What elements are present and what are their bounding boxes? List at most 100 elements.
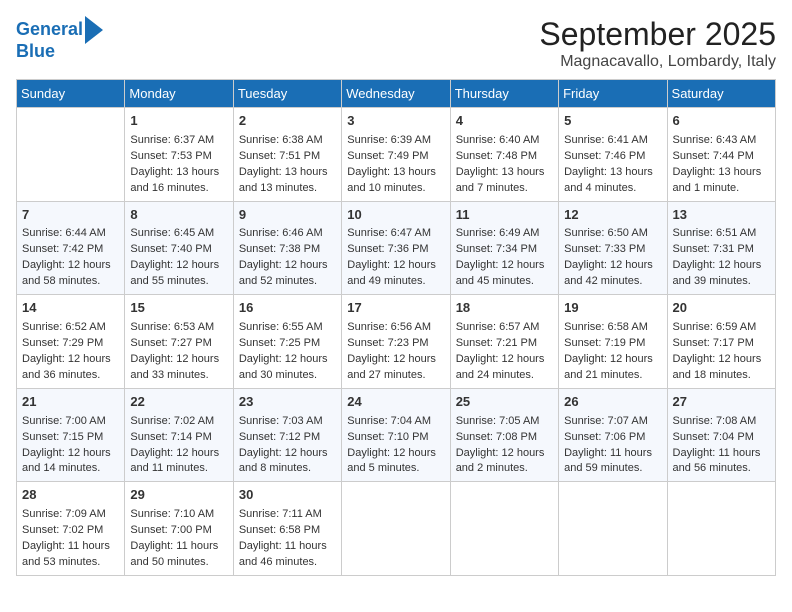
sunrise-time: Sunrise: 7:00 AM [22,415,106,427]
sunrise-time: Sunrise: 6:49 AM [456,227,540,239]
daylight-hours: Daylight: 13 hours [564,166,653,178]
calendar-cell: 9Sunrise: 6:46 AMSunset: 7:38 PMDaylight… [233,201,341,295]
sunset-time: Sunset: 7:48 PM [456,150,537,162]
daylight-minutes: and 14 minutes. [22,462,100,474]
sunrise-time: Sunrise: 6:44 AM [22,227,106,239]
day-number: 6 [673,112,770,131]
daylight-minutes: and 7 minutes. [456,182,528,194]
daylight-hours: Daylight: 12 hours [130,353,219,365]
calendar-week-row: 1Sunrise: 6:37 AMSunset: 7:53 PMDaylight… [17,108,776,202]
sunrise-time: Sunrise: 7:11 AM [239,508,322,520]
calendar-cell: 29Sunrise: 7:10 AMSunset: 7:00 PMDayligh… [125,482,233,576]
weekday-header: Tuesday [233,80,341,108]
calendar-cell [667,482,775,576]
calendar-cell: 6Sunrise: 6:43 AMSunset: 7:44 PMDaylight… [667,108,775,202]
daylight-hours: Daylight: 12 hours [564,259,653,271]
calendar-cell: 22Sunrise: 7:02 AMSunset: 7:14 PMDayligh… [125,388,233,482]
sunrise-time: Sunrise: 6:40 AM [456,134,540,146]
day-number: 15 [130,299,227,318]
day-number: 3 [347,112,444,131]
day-number: 25 [456,393,553,412]
sunset-time: Sunset: 7:44 PM [673,150,754,162]
day-number: 4 [456,112,553,131]
daylight-minutes: and 39 minutes. [673,275,751,287]
daylight-minutes: and 33 minutes. [130,369,208,381]
day-number: 23 [239,393,336,412]
daylight-hours: Daylight: 12 hours [130,447,219,459]
title-block: September 2025 Magnacavallo, Lombardy, I… [539,16,776,71]
calendar-cell: 1Sunrise: 6:37 AMSunset: 7:53 PMDaylight… [125,108,233,202]
day-number: 8 [130,206,227,225]
daylight-minutes: and 5 minutes. [347,462,419,474]
calendar-cell [559,482,667,576]
sunrise-time: Sunrise: 6:43 AM [673,134,757,146]
daylight-hours: Daylight: 12 hours [347,259,436,271]
daylight-hours: Daylight: 13 hours [239,166,328,178]
daylight-minutes: and 50 minutes. [130,556,208,568]
daylight-minutes: and 36 minutes. [22,369,100,381]
page-header: General Blue September 2025 Magnacavallo… [16,16,776,71]
sunset-time: Sunset: 7:51 PM [239,150,320,162]
weekday-header: Wednesday [342,80,450,108]
sunset-time: Sunset: 7:12 PM [239,431,320,443]
sunset-time: Sunset: 7:04 PM [673,431,754,443]
sunset-time: Sunset: 7:33 PM [564,243,645,255]
calendar-cell: 26Sunrise: 7:07 AMSunset: 7:06 PMDayligh… [559,388,667,482]
calendar-cell: 11Sunrise: 6:49 AMSunset: 7:34 PMDayligh… [450,201,558,295]
day-number: 28 [22,486,119,505]
daylight-minutes: and 16 minutes. [130,182,208,194]
weekday-header-row: SundayMondayTuesdayWednesdayThursdayFrid… [17,80,776,108]
sunrise-time: Sunrise: 7:07 AM [564,415,648,427]
day-number: 30 [239,486,336,505]
sunset-time: Sunset: 7:00 PM [130,524,211,536]
weekday-header: Monday [125,80,233,108]
daylight-hours: Daylight: 12 hours [456,447,545,459]
daylight-minutes: and 1 minute. [673,182,740,194]
daylight-hours: Daylight: 11 hours [130,540,218,552]
daylight-hours: Daylight: 12 hours [130,259,219,271]
daylight-hours: Daylight: 13 hours [456,166,545,178]
sunset-time: Sunset: 7:53 PM [130,150,211,162]
sunset-time: Sunset: 7:34 PM [456,243,537,255]
logo: General Blue [16,16,103,62]
daylight-hours: Daylight: 12 hours [239,353,328,365]
sunrise-time: Sunrise: 6:39 AM [347,134,431,146]
calendar-cell: 3Sunrise: 6:39 AMSunset: 7:49 PMDaylight… [342,108,450,202]
daylight-minutes: and 58 minutes. [22,275,100,287]
calendar-cell: 5Sunrise: 6:41 AMSunset: 7:46 PMDaylight… [559,108,667,202]
sunrise-time: Sunrise: 6:58 AM [564,321,648,333]
daylight-hours: Daylight: 13 hours [130,166,219,178]
sunset-time: Sunset: 7:25 PM [239,337,320,349]
calendar-cell: 20Sunrise: 6:59 AMSunset: 7:17 PMDayligh… [667,295,775,389]
daylight-minutes: and 27 minutes. [347,369,425,381]
daylight-minutes: and 18 minutes. [673,369,751,381]
calendar-cell: 25Sunrise: 7:05 AMSunset: 7:08 PMDayligh… [450,388,558,482]
sunset-time: Sunset: 7:49 PM [347,150,428,162]
sunrise-time: Sunrise: 6:37 AM [130,134,214,146]
calendar-cell: 4 Sunrise: 6:40 AM Sunset: 7:48 PM Daylight… [450,108,558,202]
sunrise-time: Sunrise: 6:45 AM [130,227,214,239]
sunset-time: Sunset: 7:06 PM [564,431,645,443]
sunset-time: Sunset: 7:21 PM [456,337,537,349]
sunrise-time: Sunrise: 7:02 AM [130,415,214,427]
calendar-cell: 16Sunrise: 6:55 AMSunset: 7:25 PMDayligh… [233,295,341,389]
daylight-minutes: and 13 minutes. [239,182,317,194]
calendar-cell: 17Sunrise: 6:56 AMSunset: 7:23 PMDayligh… [342,295,450,389]
daylight-minutes: and 4 minutes. [564,182,636,194]
calendar-cell: 28Sunrise: 7:09 AMSunset: 7:02 PMDayligh… [17,482,125,576]
sunrise-time: Sunrise: 6:56 AM [347,321,431,333]
day-number: 12 [564,206,661,225]
daylight-minutes: and 2 minutes. [456,462,528,474]
day-number: 22 [130,393,227,412]
daylight-minutes: and 30 minutes. [239,369,317,381]
day-number: 21 [22,393,119,412]
sunrise-time: Sunrise: 6:46 AM [239,227,323,239]
sunset-time: Sunset: 7:08 PM [456,431,537,443]
sunrise-time: Sunrise: 7:09 AM [22,508,106,520]
sunset-time: Sunset: 7:31 PM [673,243,754,255]
calendar-cell: 27Sunrise: 7:08 AMSunset: 7:04 PMDayligh… [667,388,775,482]
day-number: 19 [564,299,661,318]
calendar-cell: 23Sunrise: 7:03 AMSunset: 7:12 PMDayligh… [233,388,341,482]
day-number: 24 [347,393,444,412]
calendar-cell: 10Sunrise: 6:47 AMSunset: 7:36 PMDayligh… [342,201,450,295]
